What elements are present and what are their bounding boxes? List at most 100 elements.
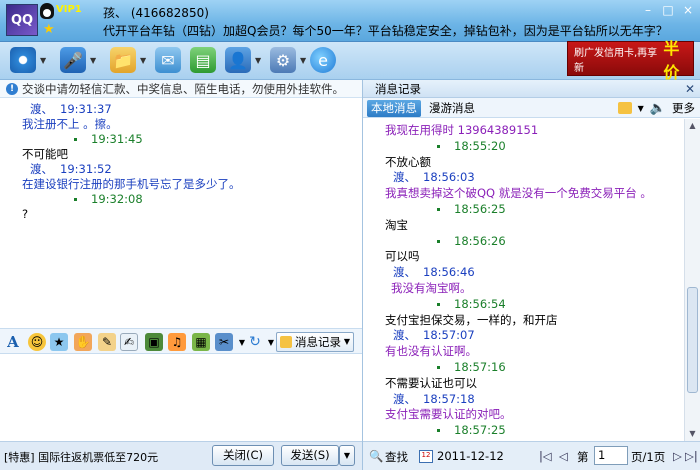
message-header: 渡、 19:31:37 [22, 102, 362, 117]
tab-roaming-messages[interactable]: 漫游消息 [425, 100, 479, 117]
search-button[interactable]: 查找 [385, 449, 408, 465]
close-button[interactable]: 关闭(C) [212, 445, 274, 466]
message-text: 在建设银行注册的那手机号忘了是多少了。 [22, 177, 241, 191]
message-sender[interactable]: 渡、 [385, 392, 423, 408]
screenshot-icon[interactable]: ✂ [215, 333, 233, 351]
message-time: 18:57:16 [454, 359, 506, 374]
page-number-input[interactable]: 1 [594, 446, 628, 465]
chat-message-area[interactable]: 渡、 19:31:37 我注册不上 。擦。 19:31:45 不可能吧 渡、 19:31:5… [0, 98, 362, 328]
message-time: 18:56:25 [454, 201, 506, 216]
contact-name: 孩、 (416682850) [103, 6, 209, 20]
chat-panel: ! 交谈中请勿轻信汇款、中奖信息、陌生电话，勿使用外挂软件。 渡、 19:31:3… [0, 80, 362, 470]
message-text: 不可能吧 [22, 147, 68, 161]
scroll-thumb[interactable] [687, 287, 698, 393]
message-sender[interactable]: 渡、 [385, 265, 423, 281]
scroll-up-icon[interactable]: ▲ [685, 119, 700, 133]
message-header: 渡、 19:31:52 [22, 162, 362, 177]
message-timestamp: 18:57:16 [385, 360, 685, 376]
next-page-icon[interactable]: ▷ [673, 449, 682, 463]
emoji-icon[interactable]: ☺ [28, 333, 46, 351]
notice-text: 交谈中请勿轻信汇款、中奖信息、陌生电话，勿使用外挂软件。 [22, 82, 344, 96]
app-tool[interactable]: 👤 ▼ [225, 47, 261, 73]
format-toolbar: A ☺ ★ ✋ ✎ ✍ ▣ ♫ ▦ ✂ ▼ ↻ ▼ 消息记录 ▼ [0, 328, 362, 354]
video-call-tool[interactable]: ▼ [10, 47, 46, 73]
more-button[interactable]: 更多 [672, 100, 695, 116]
calendar-icon[interactable]: 12 [419, 450, 433, 463]
bullet-icon [437, 302, 440, 306]
chevron-down-icon: ▼ [255, 55, 262, 65]
message-text: 可以吗 [385, 249, 420, 264]
poke-icon[interactable]: ✋ [74, 333, 92, 351]
speaker-icon[interactable]: 🔈 [650, 101, 666, 116]
prev-page-icon[interactable]: ◁ [559, 449, 568, 463]
message-timestamp: 18:56:54 [385, 297, 685, 313]
bullet-icon [74, 198, 77, 201]
gift-icon[interactable]: ▦ [192, 333, 210, 351]
vip-badge: VIP1 [56, 4, 82, 15]
send-options-button[interactable]: ▼ [339, 445, 355, 466]
last-page-icon[interactable]: ▷| [685, 449, 698, 463]
maximize-button[interactable]: □ [660, 3, 676, 17]
webcam-icon [10, 47, 36, 73]
browser-tool[interactable]: e [310, 47, 336, 73]
message-header: 渡、 18:56:46 [385, 265, 685, 281]
search-icon[interactable]: 🔍 [369, 449, 383, 463]
message-time: 18:55:20 [454, 138, 506, 153]
magic-emoji-icon[interactable]: ★ [50, 333, 68, 351]
chevron-down-icon: ▼ [90, 55, 97, 65]
voice-call-tool[interactable]: 🎤 ▼ [60, 47, 96, 73]
tab-local-messages[interactable]: 本地消息 [367, 100, 421, 117]
minimize-button[interactable]: – [640, 3, 656, 17]
ad-highlight: 半价 [663, 38, 680, 82]
message-text: 我现在用得时 13964389151 [385, 123, 539, 137]
bullet-icon [437, 429, 440, 433]
bullet-icon [437, 239, 440, 243]
chevron-down-icon: ▼ [140, 55, 147, 65]
message-input[interactable] [0, 354, 362, 441]
history-message-list[interactable]: 我现在用得时 13964389151 18:55:20 不放心额 渡、 18:56:03… [363, 119, 685, 441]
message-time: 18:56:54 [454, 296, 506, 311]
message-sender[interactable]: 渡、 [22, 162, 60, 177]
message-sender[interactable]: 渡、 [385, 170, 423, 186]
email-tool[interactable]: ✉ [155, 47, 181, 73]
ad-banner[interactable]: 刷广发信用卡,再享新 半价 [567, 39, 694, 82]
phone-message-icon: ▤ [190, 47, 216, 73]
message-sender[interactable]: 渡、 [22, 102, 60, 117]
history-scrollbar[interactable]: ▲ ▼ [684, 119, 700, 441]
chevron-down-icon: ▼ [300, 55, 307, 65]
chevron-down-icon[interactable]: ▼ [638, 104, 644, 113]
sms-tool[interactable]: ▤ [190, 47, 216, 73]
close-history-icon[interactable]: ✕ [685, 80, 695, 98]
bullet-icon [437, 207, 440, 211]
message-text: 支付宝需要认证的对吧。 [385, 407, 512, 422]
send-file-tool[interactable]: 📁 ▼ [110, 47, 146, 73]
settings-tool[interactable]: ⚙ ▼ [270, 47, 306, 73]
first-page-icon[interactable]: |◁ [539, 449, 552, 463]
message-timestamp: 18:57:25 [385, 423, 685, 439]
history-tool-icon[interactable] [617, 102, 632, 114]
close-window-button[interactable]: × [680, 3, 696, 17]
ad-text: 刷广发信用卡,再享新 [574, 47, 658, 74]
contact-avatar[interactable]: QQ [6, 4, 38, 36]
image-icon[interactable]: ▣ [145, 333, 163, 351]
message-text: 支付宝担保交易，一样的，和开店 [385, 312, 558, 327]
message-time: 18:57:07 [423, 328, 475, 343]
send-bar: [特惠] 国际往返机票低至720元 关闭(C) 发送(S) ▼ [0, 441, 362, 470]
message-text: 有也没有认证啊。 [385, 344, 477, 359]
message-header: 渡、 18:57:07 [385, 328, 685, 344]
handwrite-icon[interactable]: ✍ [120, 333, 138, 351]
music-icon[interactable]: ♫ [168, 333, 186, 351]
scroll-down-icon[interactable]: ▼ [685, 427, 700, 441]
contact-signature: 代开平台年钻（四钻）加超Q会员？每个50一年？平台钻稳定安全，掉钻包补，因为是平… [103, 24, 668, 38]
message-time: 18:57:25 [454, 423, 506, 438]
message-record-button[interactable]: 消息记录 ▼ [276, 332, 354, 352]
message-sender[interactable]: 渡、 [385, 328, 423, 344]
send-button[interactable]: 发送(S) [281, 445, 339, 466]
doodle-icon[interactable]: ✎ [98, 333, 116, 351]
promo-link[interactable]: [特惠] 国际往返机票低至720元 [4, 449, 158, 465]
microphone-icon: 🎤 [60, 47, 86, 73]
message-text: 不需要认证也可以 [385, 375, 477, 390]
history-date[interactable]: 2011-12-12 [437, 449, 504, 463]
font-icon[interactable]: A [4, 333, 22, 351]
gear-icon: ⚙ [270, 47, 296, 73]
